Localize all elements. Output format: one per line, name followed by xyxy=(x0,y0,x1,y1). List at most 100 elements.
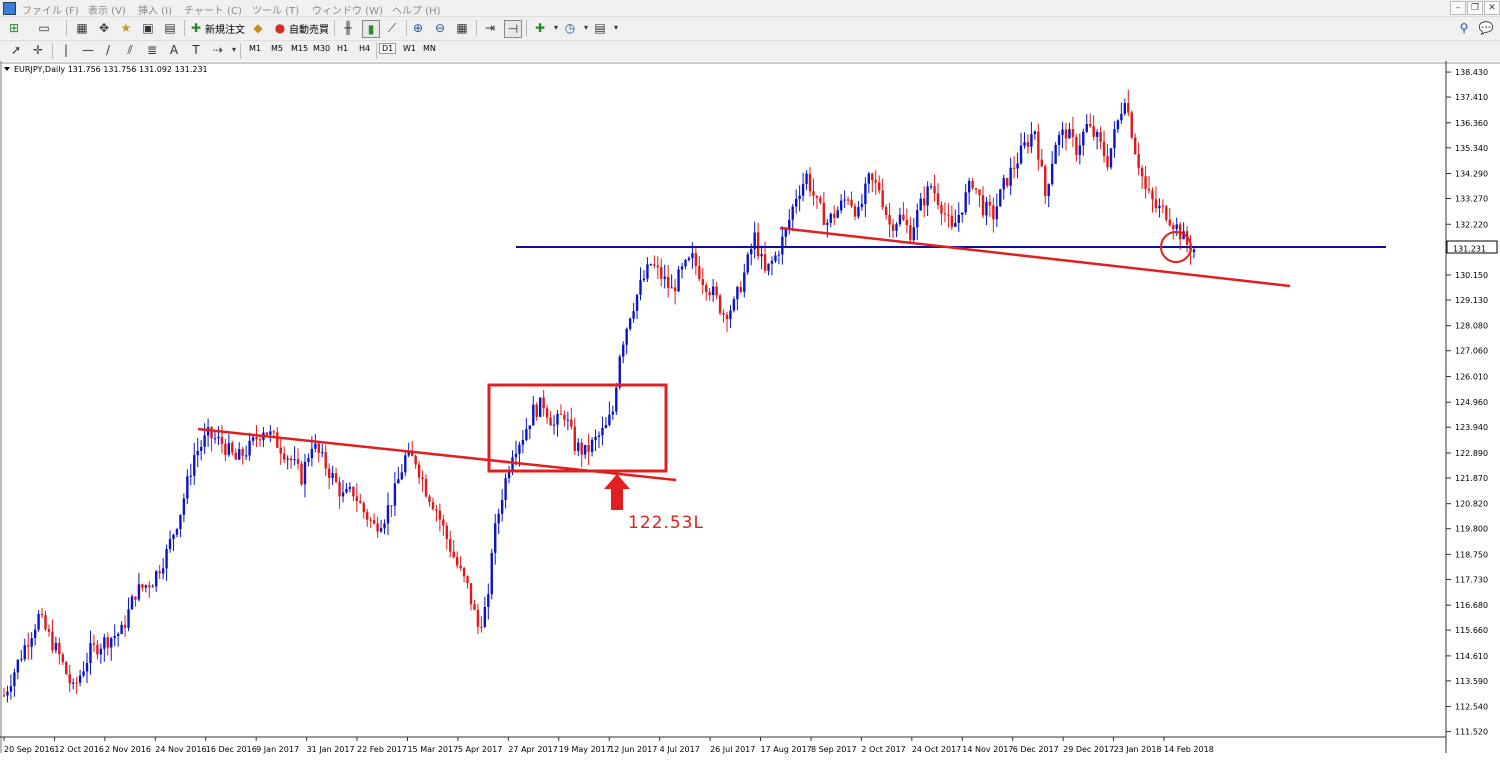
candle-body xyxy=(393,483,397,506)
menu-help[interactable]: ヘルプ (H) xyxy=(392,2,441,17)
candle-body xyxy=(1047,184,1050,196)
candle-body xyxy=(618,356,621,388)
tester-icon[interactable]: ▤ xyxy=(162,20,178,36)
zoom-out-icon[interactable]: ⊖ xyxy=(432,20,448,36)
fibonacci-icon[interactable]: ≣ xyxy=(144,42,160,58)
terminal-icon[interactable]: ▣ xyxy=(140,20,156,36)
new-order-icon[interactable]: ✚ xyxy=(188,20,204,36)
menu-window[interactable]: ウィンドウ (W) xyxy=(312,2,383,17)
close-button[interactable]: ✕ xyxy=(1484,1,1500,15)
candle-body xyxy=(286,458,289,460)
candle-body xyxy=(705,284,708,293)
market-watch-icon[interactable]: ▦ xyxy=(74,20,90,36)
autoscroll-icon[interactable]: ⇥ xyxy=(482,20,498,36)
shapes-icon[interactable]: ⇢ xyxy=(210,42,226,58)
menu-insert[interactable]: 挿入 (I) xyxy=(138,2,172,17)
chart-shift-icon[interactable]: ⊣ xyxy=(504,20,522,38)
auto-trade-button[interactable]: 自動売買 xyxy=(289,21,329,36)
candle-body xyxy=(1019,145,1023,164)
current-price-label: 131.231 xyxy=(1453,245,1486,254)
candle-body xyxy=(1061,129,1064,136)
candle-body xyxy=(999,189,1002,207)
candlestick-icon[interactable]: ▮ xyxy=(362,20,380,38)
candle-body xyxy=(51,631,54,651)
minimize-button[interactable]: – xyxy=(1450,1,1466,15)
menu-chart[interactable]: チャート (C) xyxy=(184,2,242,17)
candle-body xyxy=(653,264,656,266)
timeframe-m30[interactable]: M30 xyxy=(313,44,330,53)
new-chart-icon[interactable]: ⊞ xyxy=(6,20,22,36)
candle-body xyxy=(1037,131,1040,160)
timeframe-h4[interactable]: H4 xyxy=(359,44,370,53)
line-chart-icon[interactable]: ⟋ xyxy=(384,20,400,36)
candle-body xyxy=(632,310,635,319)
candle-body xyxy=(594,436,597,441)
timeframe-m15[interactable]: M15 xyxy=(291,44,308,53)
templates-icon[interactable]: ▤ xyxy=(592,20,608,36)
auto-trade-icon[interactable]: ● xyxy=(272,20,288,36)
candle-body xyxy=(400,472,404,480)
bar-chart-icon[interactable]: ╫ xyxy=(340,20,356,36)
chart-window[interactable]: EURJPY,Daily 131.756 131.756 131.092 131… xyxy=(0,61,1500,763)
candle-body xyxy=(116,633,120,637)
text-icon[interactable]: A xyxy=(166,42,182,58)
candle-body xyxy=(1078,145,1082,155)
candle-body xyxy=(622,344,625,357)
horizontal-line-icon[interactable]: — xyxy=(80,42,96,58)
vertical-line-icon[interactable]: | xyxy=(58,42,74,58)
crosshair-icon[interactable]: ✛ xyxy=(30,42,46,58)
menu-view[interactable]: 表示 (V) xyxy=(88,2,126,17)
candle-body xyxy=(386,505,390,524)
candle-body xyxy=(182,498,186,515)
menu-file[interactable]: ファイル (F) xyxy=(22,2,79,17)
timeframe-m1[interactable]: M1 xyxy=(249,44,261,53)
candle-body xyxy=(853,206,857,217)
candle-body xyxy=(739,286,743,292)
y-tick-label: 115.660 xyxy=(1455,626,1488,635)
y-tick-label: 114.610 xyxy=(1455,652,1488,661)
new-order-button[interactable]: 新規注文 xyxy=(205,21,245,36)
text-label-icon[interactable]: T xyxy=(188,42,204,58)
candle-body xyxy=(134,596,137,600)
candle-body xyxy=(71,682,75,684)
cursor-icon[interactable]: ➚ xyxy=(8,42,24,58)
tile-windows-icon[interactable]: ▦ xyxy=(454,20,470,36)
candle-body xyxy=(103,637,106,649)
price-chart[interactable]: EURJPY,Daily 131.756 131.756 131.092 131… xyxy=(0,61,1500,763)
candle-body xyxy=(265,432,269,435)
candle-body xyxy=(148,585,151,588)
zoom-in-icon[interactable]: ⊕ xyxy=(410,20,426,36)
profiles-icon[interactable]: ▭ xyxy=(36,20,52,36)
navigator-icon[interactable]: ★ xyxy=(118,20,134,36)
candle-body xyxy=(750,249,753,255)
restore-button[interactable]: ❐ xyxy=(1467,1,1483,15)
trendline-icon[interactable]: / xyxy=(100,42,116,58)
timeframe-w1[interactable]: W1 xyxy=(403,44,416,53)
chevron-down-icon[interactable]: ▾ xyxy=(608,20,624,36)
data-window-icon[interactable]: ✥ xyxy=(96,20,112,36)
periods-icon[interactable]: ◷ xyxy=(562,20,578,36)
candle-body xyxy=(1137,154,1140,169)
candle-body xyxy=(978,189,981,196)
candle-body xyxy=(352,486,355,497)
candle-body xyxy=(916,210,919,228)
candle-body xyxy=(231,443,234,453)
candle-body xyxy=(974,188,978,190)
candle-body xyxy=(673,287,677,292)
menu-tools[interactable]: ツール (T) xyxy=(252,2,299,17)
y-tick-label: 123.940 xyxy=(1455,423,1488,432)
channel-icon[interactable]: ⫽ xyxy=(122,42,138,58)
candle-body xyxy=(431,502,435,510)
timeframe-m5[interactable]: M5 xyxy=(271,44,283,53)
metaeditor-icon[interactable]: ◆ xyxy=(250,20,266,36)
timeframe-d1[interactable]: D1 xyxy=(379,43,397,54)
search-icon[interactable]: ⚲ xyxy=(1456,20,1472,36)
indicators-icon[interactable]: ✚ xyxy=(532,20,548,36)
candle-body xyxy=(504,478,507,501)
candle-body xyxy=(494,523,497,553)
candle-body xyxy=(1106,155,1109,168)
timeframe-h1[interactable]: H1 xyxy=(337,44,348,53)
timeframe-mn[interactable]: MN xyxy=(423,44,436,53)
chat-icon[interactable]: 💬 xyxy=(1478,20,1494,36)
candle-body xyxy=(469,583,473,605)
